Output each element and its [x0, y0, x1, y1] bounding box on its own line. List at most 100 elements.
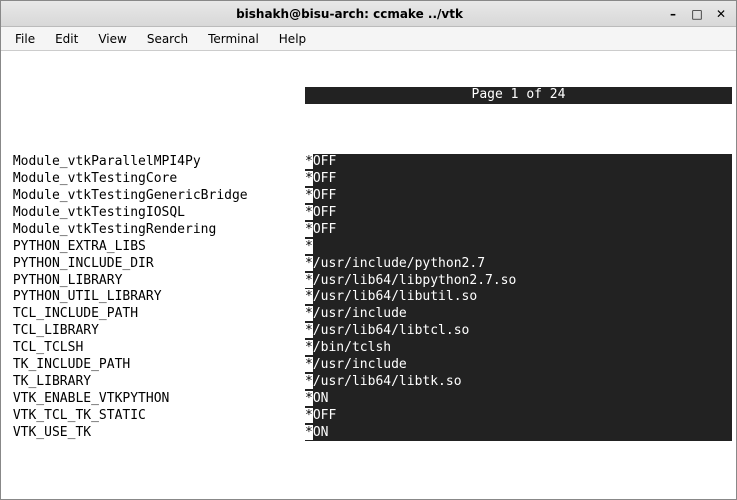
menu-help[interactable]: Help [271, 30, 314, 48]
option-value[interactable]: *ON [305, 425, 732, 442]
option-value[interactable]: *OFF [305, 188, 732, 205]
menubar: File Edit View Search Terminal Help [1, 27, 736, 51]
option-value-text: /usr/include [313, 306, 407, 321]
option-name: Module_vtkParallelMPI4Py [5, 154, 305, 171]
titlebar[interactable]: bishakh@bisu-arch: ccmake ../vtk – □ ✕ [1, 1, 736, 27]
option-value[interactable]: */usr/lib64/libtk.so [305, 374, 732, 391]
advanced-marker-icon: * [305, 239, 313, 254]
window-controls: – □ ✕ [658, 7, 736, 21]
option-value-text: /usr/include/python2.7 [313, 256, 485, 271]
menu-edit[interactable]: Edit [47, 30, 86, 48]
page-indicator: Page 1 of 24 [305, 87, 732, 104]
option-value[interactable]: */usr/include [305, 306, 732, 323]
option-value[interactable]: *OFF [305, 222, 732, 239]
terminal-area[interactable]: Page 1 of 24 Module_vtkParallelMPI4Py*OF… [1, 51, 736, 499]
menu-terminal[interactable]: Terminal [200, 30, 267, 48]
advanced-marker-icon: * [305, 154, 313, 169]
option-value-text: /bin/tclsh [313, 340, 391, 355]
option-name: PYTHON_UTIL_LIBRARY [5, 289, 305, 306]
maximize-icon[interactable]: □ [690, 7, 704, 21]
option-row[interactable]: VTK_USE_TK*ON [5, 425, 732, 442]
option-row[interactable]: TK_INCLUDE_PATH*/usr/include [5, 357, 732, 374]
option-name: TK_LIBRARY [5, 374, 305, 391]
menu-view[interactable]: View [90, 30, 134, 48]
option-name: TCL_INCLUDE_PATH [5, 306, 305, 323]
advanced-marker-icon: * [305, 306, 313, 321]
option-name: Module_vtkTestingRendering [5, 222, 305, 239]
option-name: TCL_TCLSH [5, 340, 305, 357]
advanced-marker-icon: * [305, 374, 313, 389]
option-row[interactable]: PYTHON_LIBRARY*/usr/lib64/libpython2.7.s… [5, 273, 732, 290]
option-row[interactable]: Module_vtkTestingCore*OFF [5, 171, 732, 188]
option-value[interactable]: */usr/lib64/libtcl.so [305, 323, 732, 340]
option-value-text: OFF [313, 222, 336, 237]
option-name: PYTHON_EXTRA_LIBS [5, 239, 305, 256]
option-name: VTK_USE_TK [5, 425, 305, 442]
blank-row [5, 492, 732, 499]
option-value[interactable]: */bin/tclsh [305, 340, 732, 357]
advanced-marker-icon: * [305, 425, 313, 440]
advanced-marker-icon: * [305, 273, 313, 288]
option-row[interactable]: TCL_INCLUDE_PATH*/usr/include [5, 306, 732, 323]
option-name: TCL_LIBRARY [5, 323, 305, 340]
option-value[interactable]: */usr/lib64/libpython2.7.so [305, 273, 732, 290]
option-value-text: /usr/lib64/libpython2.7.so [313, 273, 517, 288]
option-value[interactable]: *OFF [305, 154, 732, 171]
option-name: PYTHON_LIBRARY [5, 273, 305, 290]
option-value-text: OFF [313, 188, 336, 203]
advanced-marker-icon: * [305, 357, 313, 372]
advanced-marker-icon: * [305, 391, 313, 406]
advanced-marker-icon: * [305, 340, 313, 355]
option-row[interactable]: VTK_TCL_TK_STATIC*OFF [5, 408, 732, 425]
menu-file[interactable]: File [7, 30, 43, 48]
option-value-text: ON [313, 391, 329, 406]
option-name: Module_vtkTestingIOSQL [5, 205, 305, 222]
option-row[interactable]: TCL_LIBRARY*/usr/lib64/libtcl.so [5, 323, 732, 340]
option-row[interactable]: Module_vtkTestingRendering*OFF [5, 222, 732, 239]
option-value[interactable]: *OFF [305, 171, 732, 188]
advanced-marker-icon: * [305, 205, 313, 220]
option-value[interactable]: * [305, 239, 732, 256]
advanced-marker-icon: * [305, 289, 313, 304]
page-indicator-row: Page 1 of 24 [5, 87, 732, 104]
option-row[interactable]: Module_vtkTestingGenericBridge*OFF [5, 188, 732, 205]
option-value[interactable]: */usr/include [305, 357, 732, 374]
window-title: bishakh@bisu-arch: ccmake ../vtk [41, 7, 658, 21]
option-value[interactable]: */usr/lib64/libutil.so [305, 289, 732, 306]
option-row[interactable]: TK_LIBRARY*/usr/lib64/libtk.so [5, 374, 732, 391]
option-value-text: OFF [313, 205, 336, 220]
option-value-text: OFF [313, 171, 336, 186]
advanced-marker-icon: * [305, 188, 313, 203]
option-value-text: ON [313, 425, 329, 440]
option-value-text: OFF [313, 154, 336, 169]
menu-search[interactable]: Search [139, 30, 196, 48]
option-row[interactable]: Module_vtkTestingIOSQL*OFF [5, 205, 732, 222]
option-value-text: /usr/include [313, 357, 407, 372]
option-name: Module_vtkTestingCore [5, 171, 305, 188]
advanced-marker-icon: * [305, 256, 313, 271]
close-icon[interactable]: ✕ [714, 7, 728, 21]
option-name: VTK_TCL_TK_STATIC [5, 408, 305, 425]
option-value-text: /usr/lib64/libutil.so [313, 289, 477, 304]
option-name: Module_vtkTestingGenericBridge [5, 188, 305, 205]
advanced-marker-icon: * [305, 408, 313, 423]
minimize-icon[interactable]: – [666, 7, 680, 21]
option-value-text: /usr/lib64/libtcl.so [313, 323, 470, 338]
option-row[interactable]: VTK_ENABLE_VTKPYTHON*ON [5, 391, 732, 408]
option-value[interactable]: *OFF [305, 205, 732, 222]
option-row[interactable]: PYTHON_UTIL_LIBRARY*/usr/lib64/libutil.s… [5, 289, 732, 306]
option-row[interactable]: PYTHON_INCLUDE_DIR*/usr/include/python2.… [5, 256, 732, 273]
option-value-text: OFF [313, 408, 336, 423]
option-value-text: /usr/lib64/libtk.so [313, 374, 462, 389]
option-name: TK_INCLUDE_PATH [5, 357, 305, 374]
advanced-marker-icon: * [305, 171, 313, 186]
option-row[interactable]: TCL_TCLSH*/bin/tclsh [5, 340, 732, 357]
option-row[interactable]: Module_vtkParallelMPI4Py*OFF [5, 154, 732, 171]
advanced-marker-icon: * [305, 323, 313, 338]
option-value[interactable]: *ON [305, 391, 732, 408]
option-row[interactable]: PYTHON_EXTRA_LIBS* [5, 239, 732, 256]
option-value[interactable]: *OFF [305, 408, 732, 425]
option-name: VTK_ENABLE_VTKPYTHON [5, 391, 305, 408]
advanced-marker-icon: * [305, 222, 313, 237]
option-value[interactable]: */usr/include/python2.7 [305, 256, 732, 273]
